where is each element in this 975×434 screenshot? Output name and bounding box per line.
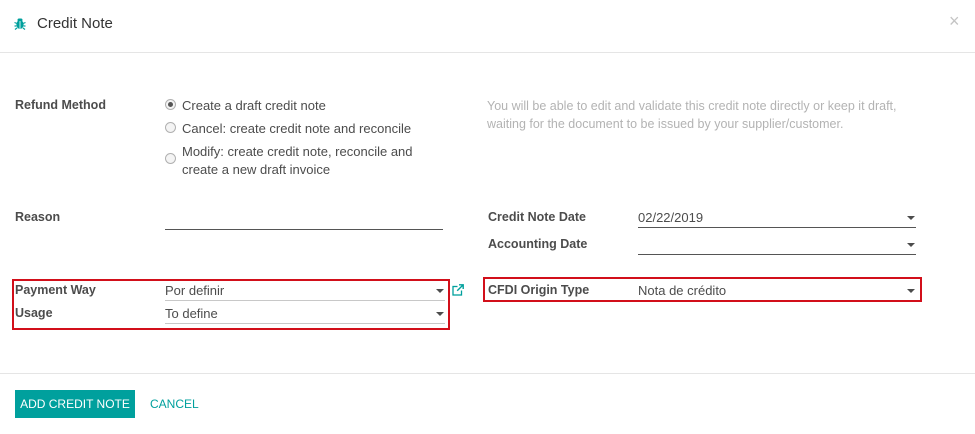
- radio-button[interactable]: [165, 153, 176, 164]
- usage-value: To define: [165, 306, 218, 321]
- footer-divider: [0, 373, 975, 374]
- credit-note-date-value: 02/22/2019: [638, 210, 704, 225]
- usage-label: Usage: [15, 306, 53, 320]
- refund-method-label: Refund Method: [15, 98, 106, 112]
- cfdi-origin-type-value: Nota de crédito: [638, 283, 727, 298]
- chevron-down-icon[interactable]: [907, 243, 915, 247]
- refund-option-label: Modify: create credit note, reconcile an…: [182, 144, 413, 159]
- radio-button[interactable]: [165, 99, 176, 110]
- bug-icon: [14, 18, 26, 30]
- accounting-date-label: Accounting Date: [488, 237, 588, 251]
- close-icon[interactable]: ×: [949, 11, 960, 32]
- chevron-down-icon[interactable]: [907, 289, 915, 293]
- usage-select[interactable]: To define: [165, 304, 445, 324]
- refund-option-label-line2: create a new draft invoice: [182, 162, 331, 177]
- dialog-header: Credit Note ×: [0, 0, 975, 53]
- accounting-date-field[interactable]: [638, 235, 916, 255]
- radio-button[interactable]: [165, 122, 176, 133]
- dialog-title: Credit Note: [37, 15, 113, 32]
- external-link-icon[interactable]: [452, 284, 464, 296]
- add-credit-note-button[interactable]: ADD CREDIT NOTE: [15, 390, 135, 418]
- cfdi-origin-type-select[interactable]: Nota de crédito: [638, 281, 916, 300]
- credit-note-date-label: Credit Note Date: [488, 210, 586, 224]
- payment-way-label: Payment Way: [15, 283, 96, 297]
- payment-way-value: Por definir: [165, 283, 225, 298]
- cancel-button[interactable]: CANCEL: [150, 397, 199, 411]
- refund-option-label: Cancel: create credit note and reconcile: [182, 121, 412, 136]
- credit-note-date-field[interactable]: 02/22/2019: [638, 208, 916, 228]
- reason-input[interactable]: [165, 210, 443, 230]
- chevron-down-icon[interactable]: [907, 216, 915, 220]
- refund-help-text: You will be able to edit and validate th…: [487, 99, 897, 131]
- cfdi-origin-type-label: CFDI Origin Type: [488, 283, 590, 297]
- payment-way-select[interactable]: Por definir: [165, 281, 445, 301]
- chevron-down-icon[interactable]: [436, 289, 444, 293]
- refund-option-label: Create a draft credit note: [182, 98, 326, 113]
- reason-label: Reason: [15, 210, 61, 224]
- chevron-down-icon[interactable]: [436, 312, 444, 316]
